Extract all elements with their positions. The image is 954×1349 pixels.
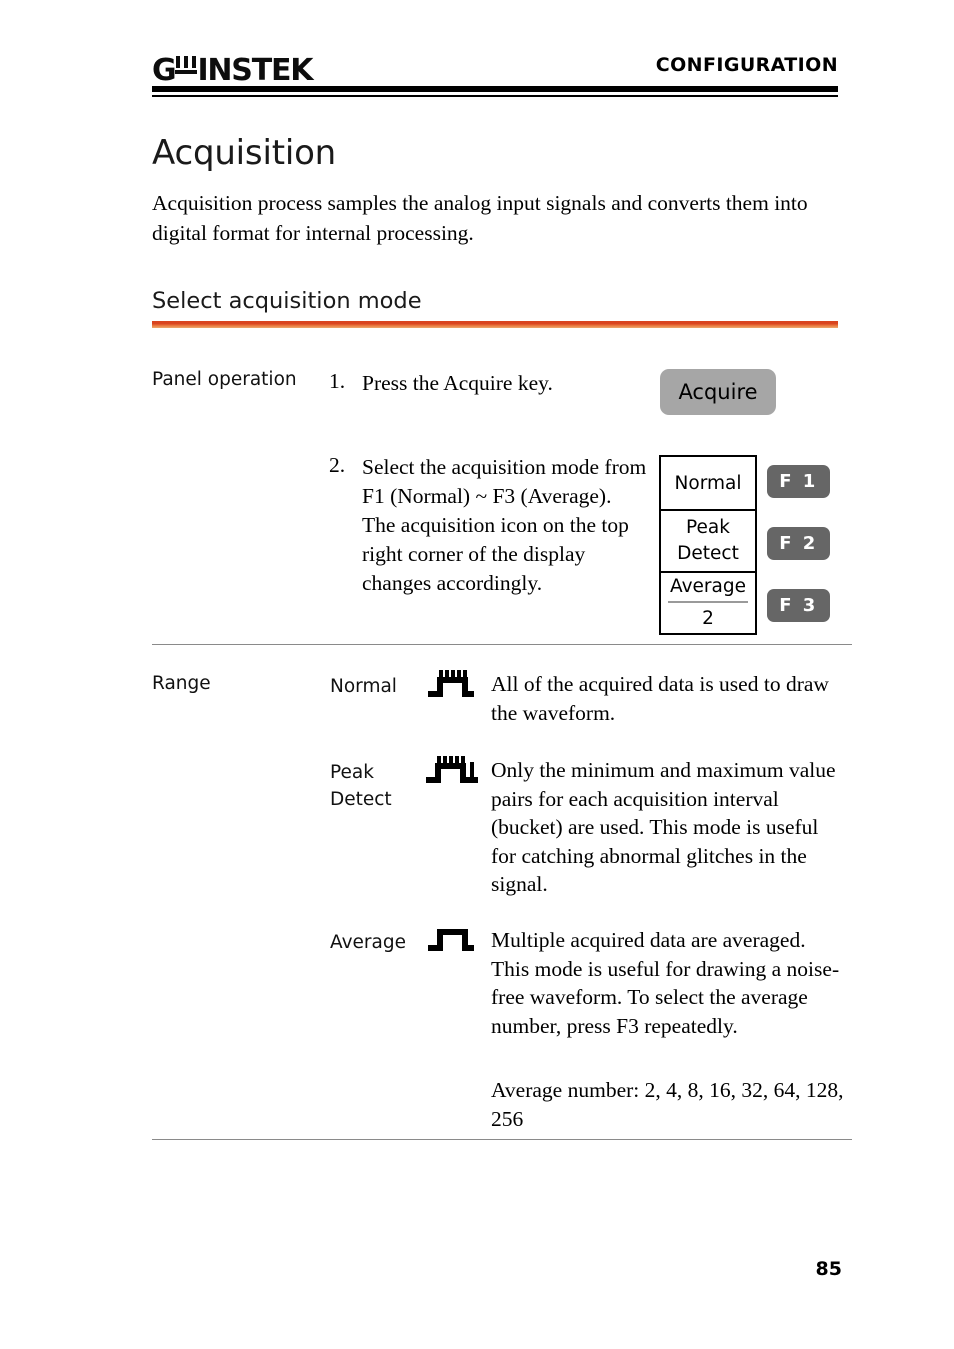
function-key-f1[interactable]: F 1: [767, 465, 830, 498]
gw-instek-logo: G INSTEK: [152, 50, 314, 88]
menu-item-peak-detect-label-line2: Detect: [677, 543, 739, 564]
range-mode-peak-detect-name: Peak Detect: [330, 759, 392, 813]
row-divider-2: [152, 1139, 852, 1140]
menu-item-peak-detect-label-line1: Peak: [686, 517, 730, 538]
menu-item-normal-label: Normal: [674, 472, 742, 494]
section-heading-underline: [152, 321, 838, 328]
acquire-key-button[interactable]: Acquire: [660, 369, 776, 415]
logo-text-gw: G: [152, 53, 177, 88]
square-pulse-serrated-spike-icon: [426, 752, 480, 791]
range-mode-peak-detect-name-line2: Detect: [330, 789, 392, 810]
softkey-menu-box: Normal Peak Detect Average 2: [659, 455, 757, 635]
menu-item-average-value: 2: [702, 608, 714, 629]
range-mode-normal-name: Normal: [330, 676, 397, 697]
intro-paragraph: Acquisition process samples the analog i…: [152, 191, 808, 245]
step-2-text: Select the acquisition mode from F1 (Nor…: [362, 455, 647, 595]
menu-item-average[interactable]: Average 2: [661, 573, 755, 633]
header-rule-thin: [152, 95, 838, 97]
header-rule-thick: [152, 86, 838, 92]
function-key-f3[interactable]: F 3: [767, 589, 830, 622]
row-divider-1: [152, 644, 852, 645]
range-mode-peak-detect-description: Only the minimum and maximum value pairs…: [491, 758, 836, 896]
section-heading: Select acquisition mode: [152, 288, 422, 314]
page-title: Acquisition: [152, 133, 337, 173]
square-pulse-smooth-icon: [428, 925, 478, 960]
range-mode-peak-detect-name-line1: Peak: [330, 762, 374, 783]
range-mode-average-description: Multiple acquired data are averaged. Thi…: [491, 928, 840, 1038]
row-label-panel-operation: Panel operation: [152, 369, 297, 390]
range-mode-average-description-2: Average number: 2, 4, 8, 16, 32, 64, 128…: [491, 1078, 844, 1131]
logo-text-instek: INSTEK: [197, 53, 313, 88]
row-label-range: Range: [152, 673, 211, 694]
step-1-text: Press the Acquire key.: [362, 371, 553, 395]
document-page: G INSTEK CONFIGURATION Acquisition Acquis…: [0, 0, 954, 1349]
menu-item-normal[interactable]: Normal: [661, 457, 755, 511]
page-number: 85: [815, 1258, 842, 1280]
page-header: G INSTEK CONFIGURATION: [152, 50, 838, 90]
section-title: CONFIGURATION: [655, 54, 838, 76]
step-1-number: 1.: [329, 369, 346, 393]
square-pulse-serrated-icon: [428, 666, 478, 703]
range-mode-normal-description: All of the acquired data is used to draw…: [491, 672, 829, 725]
range-mode-average-name: Average: [330, 932, 406, 953]
logo-omega-glyph-icon: [175, 50, 198, 80]
function-key-f2[interactable]: F 2: [767, 527, 830, 560]
menu-item-average-label: Average: [668, 575, 748, 603]
menu-item-peak-detect[interactable]: Peak Detect: [661, 511, 755, 573]
step-2-number: 2.: [329, 453, 346, 477]
